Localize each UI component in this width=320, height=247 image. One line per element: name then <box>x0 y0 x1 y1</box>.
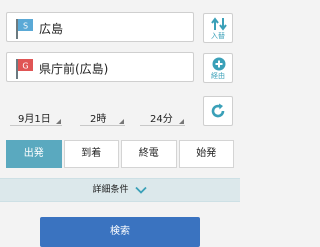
add-circle-icon <box>212 57 226 71</box>
refresh-icon <box>211 103 225 118</box>
search-button[interactable]: 検索 <box>40 217 200 247</box>
minute-value: 24分 <box>150 114 173 125</box>
svg-text:G: G <box>22 62 28 71</box>
start-flag-icon: S <box>16 19 33 39</box>
via-button-label: 経由 <box>211 72 225 80</box>
svg-text:S: S <box>23 22 28 31</box>
from-station-field[interactable]: S 広島 <box>6 12 194 42</box>
dropdown-corner-icon <box>56 119 61 124</box>
minute-select[interactable]: 24分 <box>140 108 185 126</box>
tab-last-train[interactable]: 終電 <box>121 140 177 168</box>
detail-conditions-toggle[interactable]: 詳細条件 <box>0 178 240 202</box>
swap-arrows-icon <box>211 17 227 31</box>
chevron-down-icon <box>135 186 148 194</box>
search-mode-tabs: 出発 到着 終電 始発 <box>6 140 234 168</box>
reset-time-button[interactable] <box>203 96 233 126</box>
dropdown-corner-icon <box>119 119 124 124</box>
date-value: 9月1日 <box>18 114 51 125</box>
tab-departure[interactable]: 出発 <box>6 140 62 168</box>
to-station-label: 県庁前(広島) <box>39 62 109 76</box>
dropdown-corner-icon <box>179 119 184 124</box>
hour-select[interactable]: 2時 <box>80 108 125 126</box>
date-select[interactable]: 9月1日 <box>10 108 62 126</box>
from-station-label: 広島 <box>39 22 64 36</box>
via-button[interactable]: 経由 <box>203 53 233 83</box>
hour-value: 2時 <box>90 114 107 125</box>
tab-first-train[interactable]: 始発 <box>178 140 234 168</box>
swap-button-label: 入替 <box>211 32 225 40</box>
to-station-field[interactable]: G 県庁前(広島) <box>6 52 194 82</box>
detail-conditions-label: 詳細条件 <box>92 185 129 195</box>
goal-flag-icon: G <box>16 59 33 79</box>
swap-button[interactable]: 入替 <box>203 13 233 43</box>
tab-arrival[interactable]: 到着 <box>63 140 119 168</box>
search-button-label: 検索 <box>110 226 130 237</box>
